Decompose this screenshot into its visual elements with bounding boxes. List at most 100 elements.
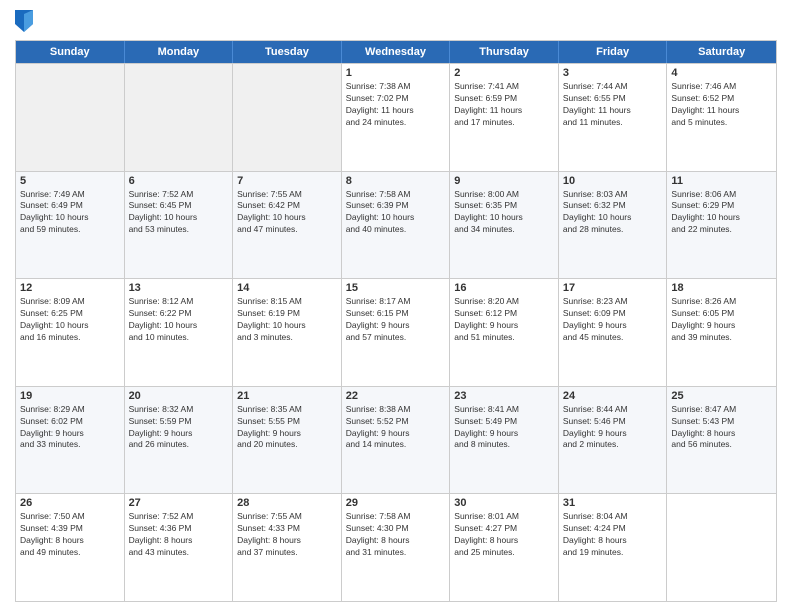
calendar-cell: 27Sunrise: 7:52 AM Sunset: 4:36 PM Dayli… [125,494,234,601]
calendar-cell [125,64,234,171]
day-info: Sunrise: 8:29 AM Sunset: 6:02 PM Dayligh… [20,404,120,452]
calendar-cell: 22 Sunrise: 8:38 AM Sunset: 5:52 PM Dayli… [342,387,451,494]
logo [15,10,38,32]
day-number: 16 [454,282,554,294]
day-number: 19 [20,390,120,402]
day-number: 28 [237,497,337,509]
day-info: Sunrise: 8:00 AM Sunset: 6:35 PM Dayligh… [454,189,554,237]
day-number: 3 [563,67,663,79]
day-number: 24 [563,390,663,402]
calendar-cell: 3 Sunrise: 7:44 AM Sunset: 6:55 PM Daylig… [559,64,668,171]
day-number: 26 [20,497,120,509]
day-number: 23 [454,390,554,402]
calendar-row: 12 Sunrise: 8:09 AM Sunset: 6:25 PM Dayli… [16,278,776,386]
weekday-header: Monday [125,41,234,63]
day-number: 5 [20,175,120,187]
calendar-cell: 20 Sunrise: 8:32 AM Sunset: 5:59 PM Dayli… [125,387,234,494]
calendar-cell: 29Sunrise: 7:58 AM Sunset: 4:30 PM Dayli… [342,494,451,601]
day-number: 25 [671,390,772,402]
day-number: 2 [454,67,554,79]
day-number: 8 [346,175,446,187]
day-info: Sunrise: 7:58 AM Sunset: 6:39 PM Dayligh… [346,189,446,237]
calendar-cell: 25 Sunrise: 8:47 AM Sunset: 5:43 PM Dayli… [667,387,776,494]
calendar-cell: 18 Sunrise: 8:26 AM Sunset: 6:05 PM Dayli… [667,279,776,386]
calendar-body: 1 Sunrise: 7:38 AM Sunset: 7:02 PM Daylig… [16,63,776,601]
calendar-cell: 2 Sunrise: 7:41 AM Sunset: 6:59 PM Daylig… [450,64,559,171]
day-info: Sunrise: 8:38 AM Sunset: 5:52 PM Dayligh… [346,404,446,452]
calendar-cell: 4 Sunrise: 7:46 AM Sunset: 6:52 PM Daylig… [667,64,776,171]
calendar-row: 1 Sunrise: 7:38 AM Sunset: 7:02 PM Daylig… [16,63,776,171]
page: SundayMondayTuesdayWednesdayThursdayFrid… [0,0,792,612]
calendar-cell: 19 Sunrise: 8:29 AM Sunset: 6:02 PM Dayli… [16,387,125,494]
calendar-cell: 23 Sunrise: 8:41 AM Sunset: 5:49 PM Dayli… [450,387,559,494]
weekday-header: Tuesday [233,41,342,63]
day-number: 22 [346,390,446,402]
day-info: Sunrise: 7:50 AM Sunset: 4:39 PM Dayligh… [20,511,120,559]
day-info: Sunrise: 8:15 AM Sunset: 6:19 PM Dayligh… [237,296,337,344]
day-number: 7 [237,175,337,187]
day-number: 31 [563,497,663,509]
day-number: 20 [129,390,229,402]
calendar-cell [233,64,342,171]
day-info: Sunrise: 7:38 AM Sunset: 7:02 PM Dayligh… [346,81,446,129]
calendar-row: 5Sunrise: 7:49 AM Sunset: 6:49 PM Daylig… [16,171,776,279]
day-info: Sunrise: 7:44 AM Sunset: 6:55 PM Dayligh… [563,81,663,129]
calendar-cell: 17 Sunrise: 8:23 AM Sunset: 6:09 PM Dayli… [559,279,668,386]
weekday-header: Friday [559,41,668,63]
day-info: Sunrise: 8:32 AM Sunset: 5:59 PM Dayligh… [129,404,229,452]
day-number: 9 [454,175,554,187]
calendar-cell: 7 Sunrise: 7:55 AM Sunset: 6:42 PM Daylig… [233,172,342,279]
day-info: Sunrise: 8:47 AM Sunset: 5:43 PM Dayligh… [671,404,772,452]
header [15,10,777,32]
day-number: 17 [563,282,663,294]
day-info: Sunrise: 8:41 AM Sunset: 5:49 PM Dayligh… [454,404,554,452]
calendar-cell: 5Sunrise: 7:49 AM Sunset: 6:49 PM Daylig… [16,172,125,279]
day-info: Sunrise: 8:23 AM Sunset: 6:09 PM Dayligh… [563,296,663,344]
calendar-cell: 11 Sunrise: 8:06 AM Sunset: 6:29 PM Dayli… [667,172,776,279]
calendar-cell: 8 Sunrise: 7:58 AM Sunset: 6:39 PM Daylig… [342,172,451,279]
day-info: Sunrise: 7:52 AM Sunset: 6:45 PM Dayligh… [129,189,229,237]
day-info: Sunrise: 8:04 AM Sunset: 4:24 PM Dayligh… [563,511,663,559]
weekday-header: Sunday [16,41,125,63]
day-number: 13 [129,282,229,294]
day-info: Sunrise: 7:55 AM Sunset: 6:42 PM Dayligh… [237,189,337,237]
calendar-cell: 1 Sunrise: 7:38 AM Sunset: 7:02 PM Daylig… [342,64,451,171]
day-info: Sunrise: 8:17 AM Sunset: 6:15 PM Dayligh… [346,296,446,344]
day-info: Sunrise: 7:46 AM Sunset: 6:52 PM Dayligh… [671,81,772,129]
calendar-cell: 9 Sunrise: 8:00 AM Sunset: 6:35 PM Daylig… [450,172,559,279]
day-info: Sunrise: 8:06 AM Sunset: 6:29 PM Dayligh… [671,189,772,237]
day-info: Sunrise: 8:01 AM Sunset: 4:27 PM Dayligh… [454,511,554,559]
calendar-cell: 13 Sunrise: 8:12 AM Sunset: 6:22 PM Dayli… [125,279,234,386]
calendar-cell: 14Sunrise: 8:15 AM Sunset: 6:19 PM Dayli… [233,279,342,386]
day-number: 18 [671,282,772,294]
calendar-cell: 31 Sunrise: 8:04 AM Sunset: 4:24 PM Dayli… [559,494,668,601]
weekday-header: Saturday [667,41,776,63]
day-number: 30 [454,497,554,509]
day-number: 4 [671,67,772,79]
calendar-cell: 12 Sunrise: 8:09 AM Sunset: 6:25 PM Dayli… [16,279,125,386]
day-number: 6 [129,175,229,187]
day-info: Sunrise: 8:26 AM Sunset: 6:05 PM Dayligh… [671,296,772,344]
day-number: 11 [671,175,772,187]
day-info: Sunrise: 8:20 AM Sunset: 6:12 PM Dayligh… [454,296,554,344]
day-info: Sunrise: 8:09 AM Sunset: 6:25 PM Dayligh… [20,296,120,344]
calendar-cell: 26 Sunrise: 7:50 AM Sunset: 4:39 PM Dayli… [16,494,125,601]
calendar-cell: 15Sunrise: 8:17 AM Sunset: 6:15 PM Dayli… [342,279,451,386]
logo-icon [15,10,33,32]
day-number: 10 [563,175,663,187]
day-info: Sunrise: 7:52 AM Sunset: 4:36 PM Dayligh… [129,511,229,559]
calendar-cell: 16 Sunrise: 8:20 AM Sunset: 6:12 PM Dayli… [450,279,559,386]
day-info: Sunrise: 8:44 AM Sunset: 5:46 PM Dayligh… [563,404,663,452]
weekday-header: Wednesday [342,41,451,63]
day-number: 1 [346,67,446,79]
day-info: Sunrise: 7:58 AM Sunset: 4:30 PM Dayligh… [346,511,446,559]
day-info: Sunrise: 7:41 AM Sunset: 6:59 PM Dayligh… [454,81,554,129]
day-number: 12 [20,282,120,294]
calendar-cell [16,64,125,171]
calendar-cell: 6 Sunrise: 7:52 AM Sunset: 6:45 PM Daylig… [125,172,234,279]
day-info: Sunrise: 8:03 AM Sunset: 6:32 PM Dayligh… [563,189,663,237]
calendar-row: 26 Sunrise: 7:50 AM Sunset: 4:39 PM Dayli… [16,493,776,601]
day-info: Sunrise: 8:12 AM Sunset: 6:22 PM Dayligh… [129,296,229,344]
day-info: Sunrise: 7:55 AM Sunset: 4:33 PM Dayligh… [237,511,337,559]
calendar-cell: 10 Sunrise: 8:03 AM Sunset: 6:32 PM Dayli… [559,172,668,279]
